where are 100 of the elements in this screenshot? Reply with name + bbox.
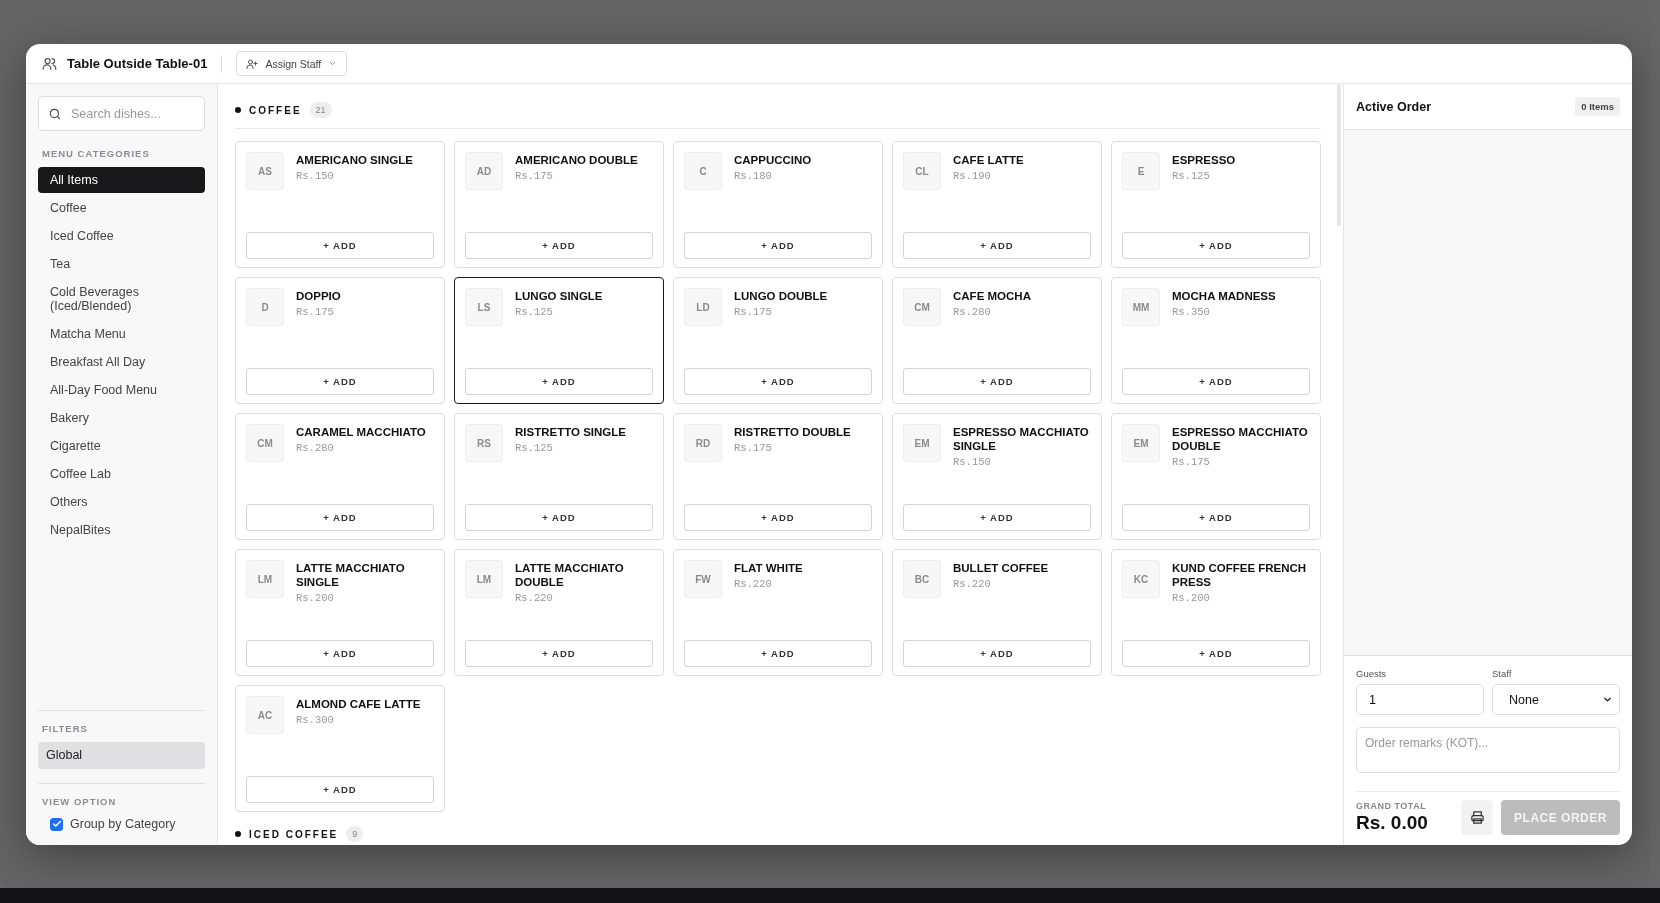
add-button[interactable]: + ADD — [246, 368, 434, 395]
item-name: CARAMEL MACCHIATO — [296, 425, 426, 439]
category-item[interactable]: Cigarette — [38, 433, 205, 459]
add-button[interactable]: + ADD — [246, 504, 434, 531]
menu-item-card[interactable]: D DOPPIO Rs.175 + ADD — [235, 277, 445, 404]
add-button[interactable]: + ADD — [246, 640, 434, 667]
initials-thumbnail: KC — [1122, 560, 1160, 598]
item-price: Rs.280 — [953, 306, 992, 318]
total-amount: Rs. 0.00 — [1356, 812, 1429, 834]
add-button[interactable]: + ADD — [684, 504, 872, 531]
add-button[interactable]: + ADD — [246, 776, 434, 803]
menu-item-card[interactable]: RD RISTRETTO DOUBLE Rs.175 + ADD — [673, 413, 883, 540]
item-price: Rs.125 — [515, 442, 554, 454]
panel-title: Active Order — [1356, 99, 1432, 114]
menu-item-card[interactable]: RS RISTRETTO SINGLE Rs.125 + ADD — [454, 413, 664, 540]
add-button[interactable]: + ADD — [903, 640, 1091, 667]
filter-item[interactable]: Global — [38, 742, 205, 769]
category-item[interactable]: Bakery — [38, 405, 205, 431]
add-button[interactable]: + ADD — [465, 504, 653, 531]
category-item[interactable]: All Items — [38, 167, 205, 193]
users-icon — [42, 56, 57, 71]
initials-thumbnail: E — [1122, 152, 1160, 190]
menu-item-card[interactable]: AD AMERICANO DOUBLE Rs.175 + ADD — [454, 141, 664, 268]
menu-item-card[interactable]: LM LATTE MACCHIATO DOUBLE Rs.220 + ADD — [454, 549, 664, 676]
menu-item-card[interactable]: KC KUND COFFEE FRENCH PRESS Rs.200 + ADD — [1111, 549, 1321, 676]
initials-thumbnail: EM — [1122, 424, 1160, 462]
category-item[interactable]: Cold Beverages (Iced/Blended) — [38, 279, 205, 319]
add-button[interactable]: + ADD — [465, 368, 653, 395]
assign-staff-button[interactable]: Assign Staff — [236, 51, 348, 76]
bullet-icon — [235, 831, 241, 837]
staff-dropdown[interactable]: None — [1492, 684, 1620, 715]
category-item[interactable]: NepalBites — [38, 517, 205, 543]
category-item[interactable]: Matcha Menu — [38, 321, 205, 347]
item-price: Rs.350 — [1172, 306, 1211, 318]
add-button[interactable]: + ADD — [903, 368, 1091, 395]
section-heading: FILTERS — [41, 723, 89, 734]
print-button[interactable] — [1461, 800, 1493, 835]
item-price: Rs.150 — [296, 170, 335, 182]
category-item[interactable]: Tea — [38, 251, 205, 277]
menu-item-card[interactable]: AC ALMOND CAFE LATTE Rs.300 + ADD — [235, 685, 445, 812]
menu-item-card[interactable]: EM ESPRESSO MACCHIATO DOUBLE Rs.175 + ADD — [1111, 413, 1321, 540]
add-button[interactable]: + ADD — [684, 368, 872, 395]
initials-thumbnail: LD — [684, 288, 722, 326]
initials-thumbnail: AD — [465, 152, 503, 190]
category-item[interactable]: Iced Coffee — [38, 223, 205, 249]
initials-thumbnail: FW — [684, 560, 722, 598]
item-name: ALMOND CAFE LATTE — [296, 697, 421, 711]
search-icon — [48, 107, 62, 121]
menu-item-card[interactable]: FW FLAT WHITE Rs.220 + ADD — [673, 549, 883, 676]
checkbox[interactable] — [50, 817, 63, 831]
add-button[interactable]: + ADD — [903, 504, 1091, 531]
menu-item-card[interactable]: AS AMERICANO SINGLE Rs.150 + ADD — [235, 141, 445, 268]
category-item[interactable]: Coffee Lab — [38, 461, 205, 487]
item-name: ESPRESSO MACCHIATO DOUBLE — [1172, 425, 1309, 453]
item-price: Rs.220 — [953, 578, 992, 590]
initials-thumbnail: LM — [246, 560, 284, 598]
menu-item-card[interactable]: CM CARAMEL MACCHIATO Rs.280 + ADD — [235, 413, 445, 540]
add-button[interactable]: + ADD — [1122, 504, 1310, 531]
add-button[interactable]: + ADD — [246, 232, 434, 259]
menu-item-card[interactable]: LD LUNGO DOUBLE Rs.175 + ADD — [673, 277, 883, 404]
menu-item-card[interactable]: EM ESPRESSO MACCHIATO SINGLE Rs.150 + ADD — [892, 413, 1102, 540]
menu-item-card[interactable]: CL CAFE LATTE Rs.190 + ADD — [892, 141, 1102, 268]
menu-item-card[interactable]: C CAPPUCCINO Rs.180 + ADD — [673, 141, 883, 268]
initials-thumbnail: C — [684, 152, 722, 190]
menu-item-card[interactable]: BC BULLET COFFEE Rs.220 + ADD — [892, 549, 1102, 676]
item-price: Rs.150 — [953, 456, 992, 468]
category-item[interactable]: Others — [38, 489, 205, 515]
item-name: CAFE LATTE — [953, 153, 1024, 167]
add-button[interactable]: + ADD — [1122, 640, 1310, 667]
category-item[interactable]: Breakfast All Day — [38, 349, 205, 375]
menu-item-card[interactable]: E ESPRESSO Rs.125 + ADD — [1111, 141, 1321, 268]
menu-item-card[interactable]: LM LATTE MACCHIATO SINGLE Rs.200 + ADD — [235, 549, 445, 676]
item-name: DOPPIO — [296, 289, 341, 303]
item-name: LUNGO SINGLE — [515, 289, 603, 303]
add-button[interactable]: + ADD — [465, 640, 653, 667]
item-price: Rs.220 — [515, 592, 554, 604]
add-button[interactable]: + ADD — [684, 232, 872, 259]
chevron-down-icon — [1602, 694, 1613, 705]
add-button[interactable]: + ADD — [465, 232, 653, 259]
checkbox-label: Group by Category — [70, 817, 176, 831]
item-name: ESPRESSO MACCHIATO SINGLE — [953, 425, 1090, 453]
initials-thumbnail: D — [246, 288, 284, 326]
add-button[interactable]: + ADD — [903, 232, 1091, 259]
item-name: RISTRETTO SINGLE — [515, 425, 626, 439]
category-item[interactable]: Coffee — [38, 195, 205, 221]
user-plus-icon — [246, 57, 259, 70]
menu-item-card[interactable]: CM CAFE MOCHA Rs.280 + ADD — [892, 277, 1102, 404]
add-button[interactable]: + ADD — [684, 640, 872, 667]
add-button[interactable]: + ADD — [1122, 368, 1310, 395]
item-count-badge: 0 Items — [1575, 97, 1620, 116]
chevron-down-icon — [328, 59, 338, 68]
add-button[interactable]: + ADD — [1122, 232, 1310, 259]
guests-field[interactable]: 1 — [1356, 684, 1484, 715]
initials-thumbnail: AC — [246, 696, 284, 734]
menu-item-card[interactable]: LS LUNGO SINGLE Rs.125 + ADD — [454, 277, 664, 404]
menu-item-card[interactable]: MM MOCHA MADNESS Rs.350 + ADD — [1111, 277, 1321, 404]
remarks-field[interactable]: Order remarks (KOT)... — [1356, 727, 1620, 773]
category-item[interactable]: All-Day Food Menu — [38, 377, 205, 403]
category-heading: ICED COFFEE — [249, 828, 339, 840]
search-field[interactable]: Search dishes... — [38, 96, 205, 131]
